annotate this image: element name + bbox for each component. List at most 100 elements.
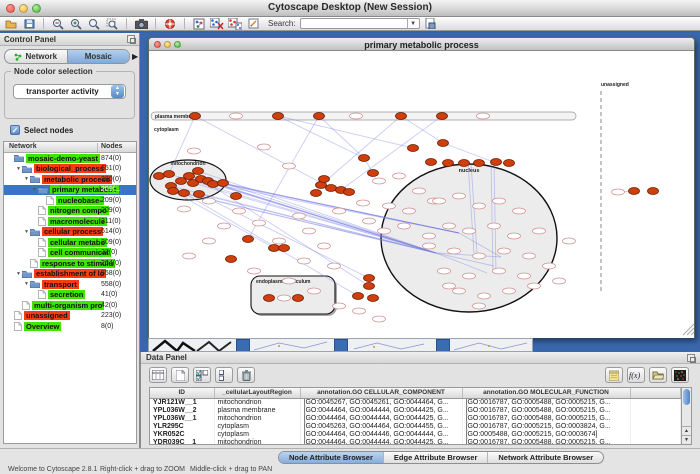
graph-node-unselected[interactable] xyxy=(543,263,556,269)
graph-node-selected[interactable] xyxy=(504,160,515,167)
graph-node-selected[interactable] xyxy=(179,190,190,197)
tree-row-label[interactable]: cellular metabo xyxy=(48,238,107,247)
table-cell[interactable]: [GO:0045263, GO:0044464, GO:0044455, G..… xyxy=(300,422,462,430)
notepad-icon[interactable] xyxy=(605,367,623,383)
expander-icon[interactable]: ▼ xyxy=(23,176,30,182)
main-titlebar[interactable]: Cytoscape Desktop (New Session) xyxy=(0,0,700,17)
select-attributes-icon[interactable] xyxy=(193,367,211,383)
attribute-table[interactable]: ID_cellularLayoutRegionannotation.GO CEL… xyxy=(149,387,682,445)
tree-row[interactable]: nitrogen compo209(0) xyxy=(4,206,136,217)
tab-mosaic[interactable]: Mosaic xyxy=(67,50,130,63)
snapshot-camera-icon[interactable] xyxy=(134,18,148,30)
graph-node-unselected[interactable] xyxy=(398,223,411,229)
graph-node-unselected[interactable] xyxy=(553,278,566,284)
graph-node-unselected[interactable] xyxy=(303,228,316,234)
tree-row[interactable]: Overview8(0) xyxy=(4,321,136,332)
tree-row[interactable]: cell communicat22(0) xyxy=(4,248,136,259)
graph-node-unselected[interactable] xyxy=(353,308,366,314)
table-row[interactable]: YPL036W__1mitochondrion[GO:0044464, GO:0… xyxy=(150,414,681,422)
graph-node-unselected[interactable] xyxy=(612,189,625,195)
graph-node-unselected[interactable] xyxy=(333,303,346,309)
tree-row-label[interactable]: Overview xyxy=(24,322,61,331)
tree-row[interactable]: ▼cellular process614(0) xyxy=(4,227,136,238)
tree-col-network[interactable]: Network xyxy=(9,143,37,150)
tab-edge-attribute-browser[interactable]: Edge Attribute Browser xyxy=(383,452,487,463)
graph-node-unselected[interactable] xyxy=(508,233,521,239)
background-window-corner[interactable] xyxy=(334,339,348,352)
tree-row[interactable]: secretion41(0) xyxy=(4,290,136,301)
data-panel-float-icon[interactable] xyxy=(687,354,695,362)
annotation-icon[interactable] xyxy=(246,18,260,30)
new-attribute-icon[interactable] xyxy=(171,367,189,383)
tree-row[interactable]: macromolecule311(0) xyxy=(4,216,136,227)
table-column-header[interactable]: annotation.GO CELLULAR_COMPONENT xyxy=(300,388,462,398)
expander-icon[interactable]: ▼ xyxy=(15,166,22,172)
graph-node-selected[interactable] xyxy=(326,185,337,192)
graph-node-unselected[interactable] xyxy=(453,193,466,199)
tree-row-label[interactable]: mosaic-demo-yeast xyxy=(26,154,100,163)
table-cell[interactable]: [GO:0016787, GO:0005215, GO:0003824, G..… xyxy=(462,422,630,430)
search-dropdown-icon[interactable]: ▼ xyxy=(407,19,419,28)
graph-node-selected[interactable] xyxy=(438,140,449,147)
graph-node-selected[interactable] xyxy=(364,283,375,290)
graph-node-unselected[interactable] xyxy=(203,198,216,204)
table-cell[interactable]: [GO:0016787, GO:0005488, GO:0005215, G..… xyxy=(462,398,630,406)
graph-node-selected[interactable] xyxy=(269,245,280,252)
graph-node-unselected[interactable] xyxy=(533,228,546,234)
graph-node-unselected[interactable] xyxy=(403,208,416,214)
graph-node-unselected[interactable] xyxy=(308,288,321,294)
graph-node-selected[interactable] xyxy=(396,113,407,120)
table-column-header[interactable]: annotation.GO MOLECULAR_FUNCTION xyxy=(462,388,630,398)
graph-node-selected[interactable] xyxy=(648,188,659,195)
tree-row-label[interactable]: macromolecule xyxy=(48,217,107,226)
graph-node-unselected[interactable] xyxy=(273,238,286,244)
tree-row[interactable]: multi-organism pro42(0) xyxy=(4,300,136,311)
graph-node-unselected[interactable] xyxy=(443,223,456,229)
save-session-icon[interactable] xyxy=(22,18,36,30)
graph-node-unselected[interactable] xyxy=(423,243,436,249)
graph-node-unselected[interactable] xyxy=(518,273,531,279)
tree-row[interactable]: mosaic-demo-yeast874(0) xyxy=(4,153,136,164)
graph-node-selected[interactable] xyxy=(193,168,204,175)
select-nodes-checkbox[interactable]: ✓ xyxy=(10,125,20,135)
table-cell[interactable]: [GO:0016787, GO:0005488, GO:0005215, G..… xyxy=(462,438,630,445)
graph-node-unselected[interactable] xyxy=(473,303,486,309)
graph-node-selected[interactable] xyxy=(344,189,355,196)
graph-node-selected[interactable] xyxy=(359,155,370,162)
background-windows-strip[interactable] xyxy=(148,338,533,352)
overview-network-icon[interactable] xyxy=(192,18,206,30)
graph-node-selected[interactable] xyxy=(279,245,290,252)
tree-row[interactable]: ▼metabolic process280(0) xyxy=(4,174,136,185)
expander-icon[interactable]: ▼ xyxy=(23,281,30,287)
delete-attribute-trash-icon[interactable] xyxy=(237,367,255,383)
graph-node-unselected[interactable] xyxy=(493,198,506,204)
tree-row-label[interactable]: establishment of lo xyxy=(34,269,106,278)
open-session-icon[interactable] xyxy=(4,18,18,30)
graph-node-selected[interactable] xyxy=(319,176,330,183)
table-row[interactable]: YKR052Ccytoplasm[GO:0044464, GO:0044446,… xyxy=(150,430,681,438)
graph-node-unselected[interactable] xyxy=(378,228,391,234)
graph-node-unselected[interactable] xyxy=(443,283,456,289)
tree-row[interactable]: nucleobase-209(0) xyxy=(4,195,136,206)
graph-node-unselected[interactable] xyxy=(188,148,201,154)
graph-node-selected[interactable] xyxy=(273,113,284,120)
graph-node-selected[interactable] xyxy=(491,159,502,166)
table-cell[interactable]: YKR052C xyxy=(150,430,214,438)
tree-row-label[interactable]: unassigned xyxy=(24,311,70,320)
graph-node-unselected[interactable] xyxy=(383,203,396,209)
graph-node-selected[interactable] xyxy=(443,160,454,167)
graph-node-unselected[interactable] xyxy=(178,206,191,212)
table-cell[interactable]: [GO:0044464, GO:0044446, GO:0044444, G..… xyxy=(300,430,462,438)
destroy-network-icon[interactable] xyxy=(210,18,224,30)
background-window-corner[interactable] xyxy=(436,339,450,352)
tab-network-attribute-browser[interactable]: Network Attribute Browser xyxy=(487,452,603,463)
table-cell[interactable]: [GO:0005488, GO:0005215, GO:0003674] xyxy=(462,430,630,438)
expander-icon[interactable]: ▼ xyxy=(31,187,38,193)
help-lifesaver-icon[interactable] xyxy=(163,18,177,30)
graph-node-unselected[interactable] xyxy=(493,268,506,274)
tree-row-label[interactable]: secretion xyxy=(48,290,85,299)
table-cell[interactable]: [GO:0016787, GO:0005488, GO:0005215, G..… xyxy=(462,414,630,422)
tree-row[interactable]: ▼primary metabolic209(... xyxy=(4,185,136,196)
table-scrollbar[interactable]: ▲ ▼ xyxy=(681,387,692,445)
table-row[interactable]: YLR295Ccytoplasm[GO:0045263, GO:0044464,… xyxy=(150,422,681,430)
